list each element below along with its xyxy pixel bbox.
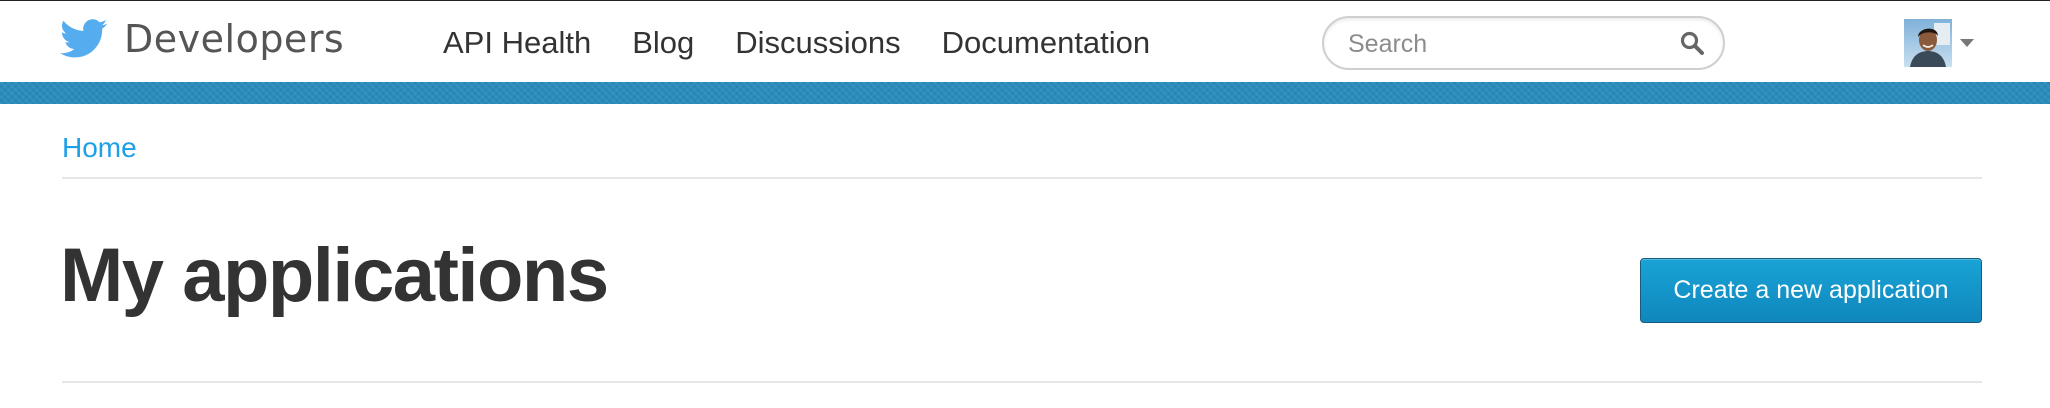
- user-avatar: [1904, 19, 1952, 67]
- caret-down-icon: [1960, 39, 1974, 47]
- divider: [62, 177, 1982, 179]
- nav-item-api-health[interactable]: API Health: [443, 25, 591, 61]
- top-navigation-bar: Developers API Health Blog Discussions D…: [0, 0, 2050, 82]
- header-stripe: [0, 82, 2050, 104]
- divider: [62, 381, 1982, 383]
- nav-item-discussions[interactable]: Discussions: [735, 25, 900, 61]
- search-box: [1322, 16, 1725, 70]
- brand-text: Developers: [124, 17, 345, 61]
- user-menu[interactable]: [1904, 19, 1974, 67]
- brand-logo-link[interactable]: Developers: [60, 15, 344, 63]
- page-title: My applications: [60, 233, 609, 318]
- main-nav: API Health Blog Discussions Documentatio…: [443, 21, 1191, 65]
- nav-item-blog[interactable]: Blog: [632, 25, 694, 61]
- search-icon[interactable]: [1679, 30, 1705, 56]
- breadcrumb-home[interactable]: Home: [62, 132, 137, 164]
- nav-item-documentation[interactable]: Documentation: [942, 25, 1151, 61]
- search-input[interactable]: [1346, 26, 1670, 62]
- twitter-bird-icon: [60, 19, 108, 58]
- create-application-button[interactable]: Create a new application: [1640, 258, 1982, 323]
